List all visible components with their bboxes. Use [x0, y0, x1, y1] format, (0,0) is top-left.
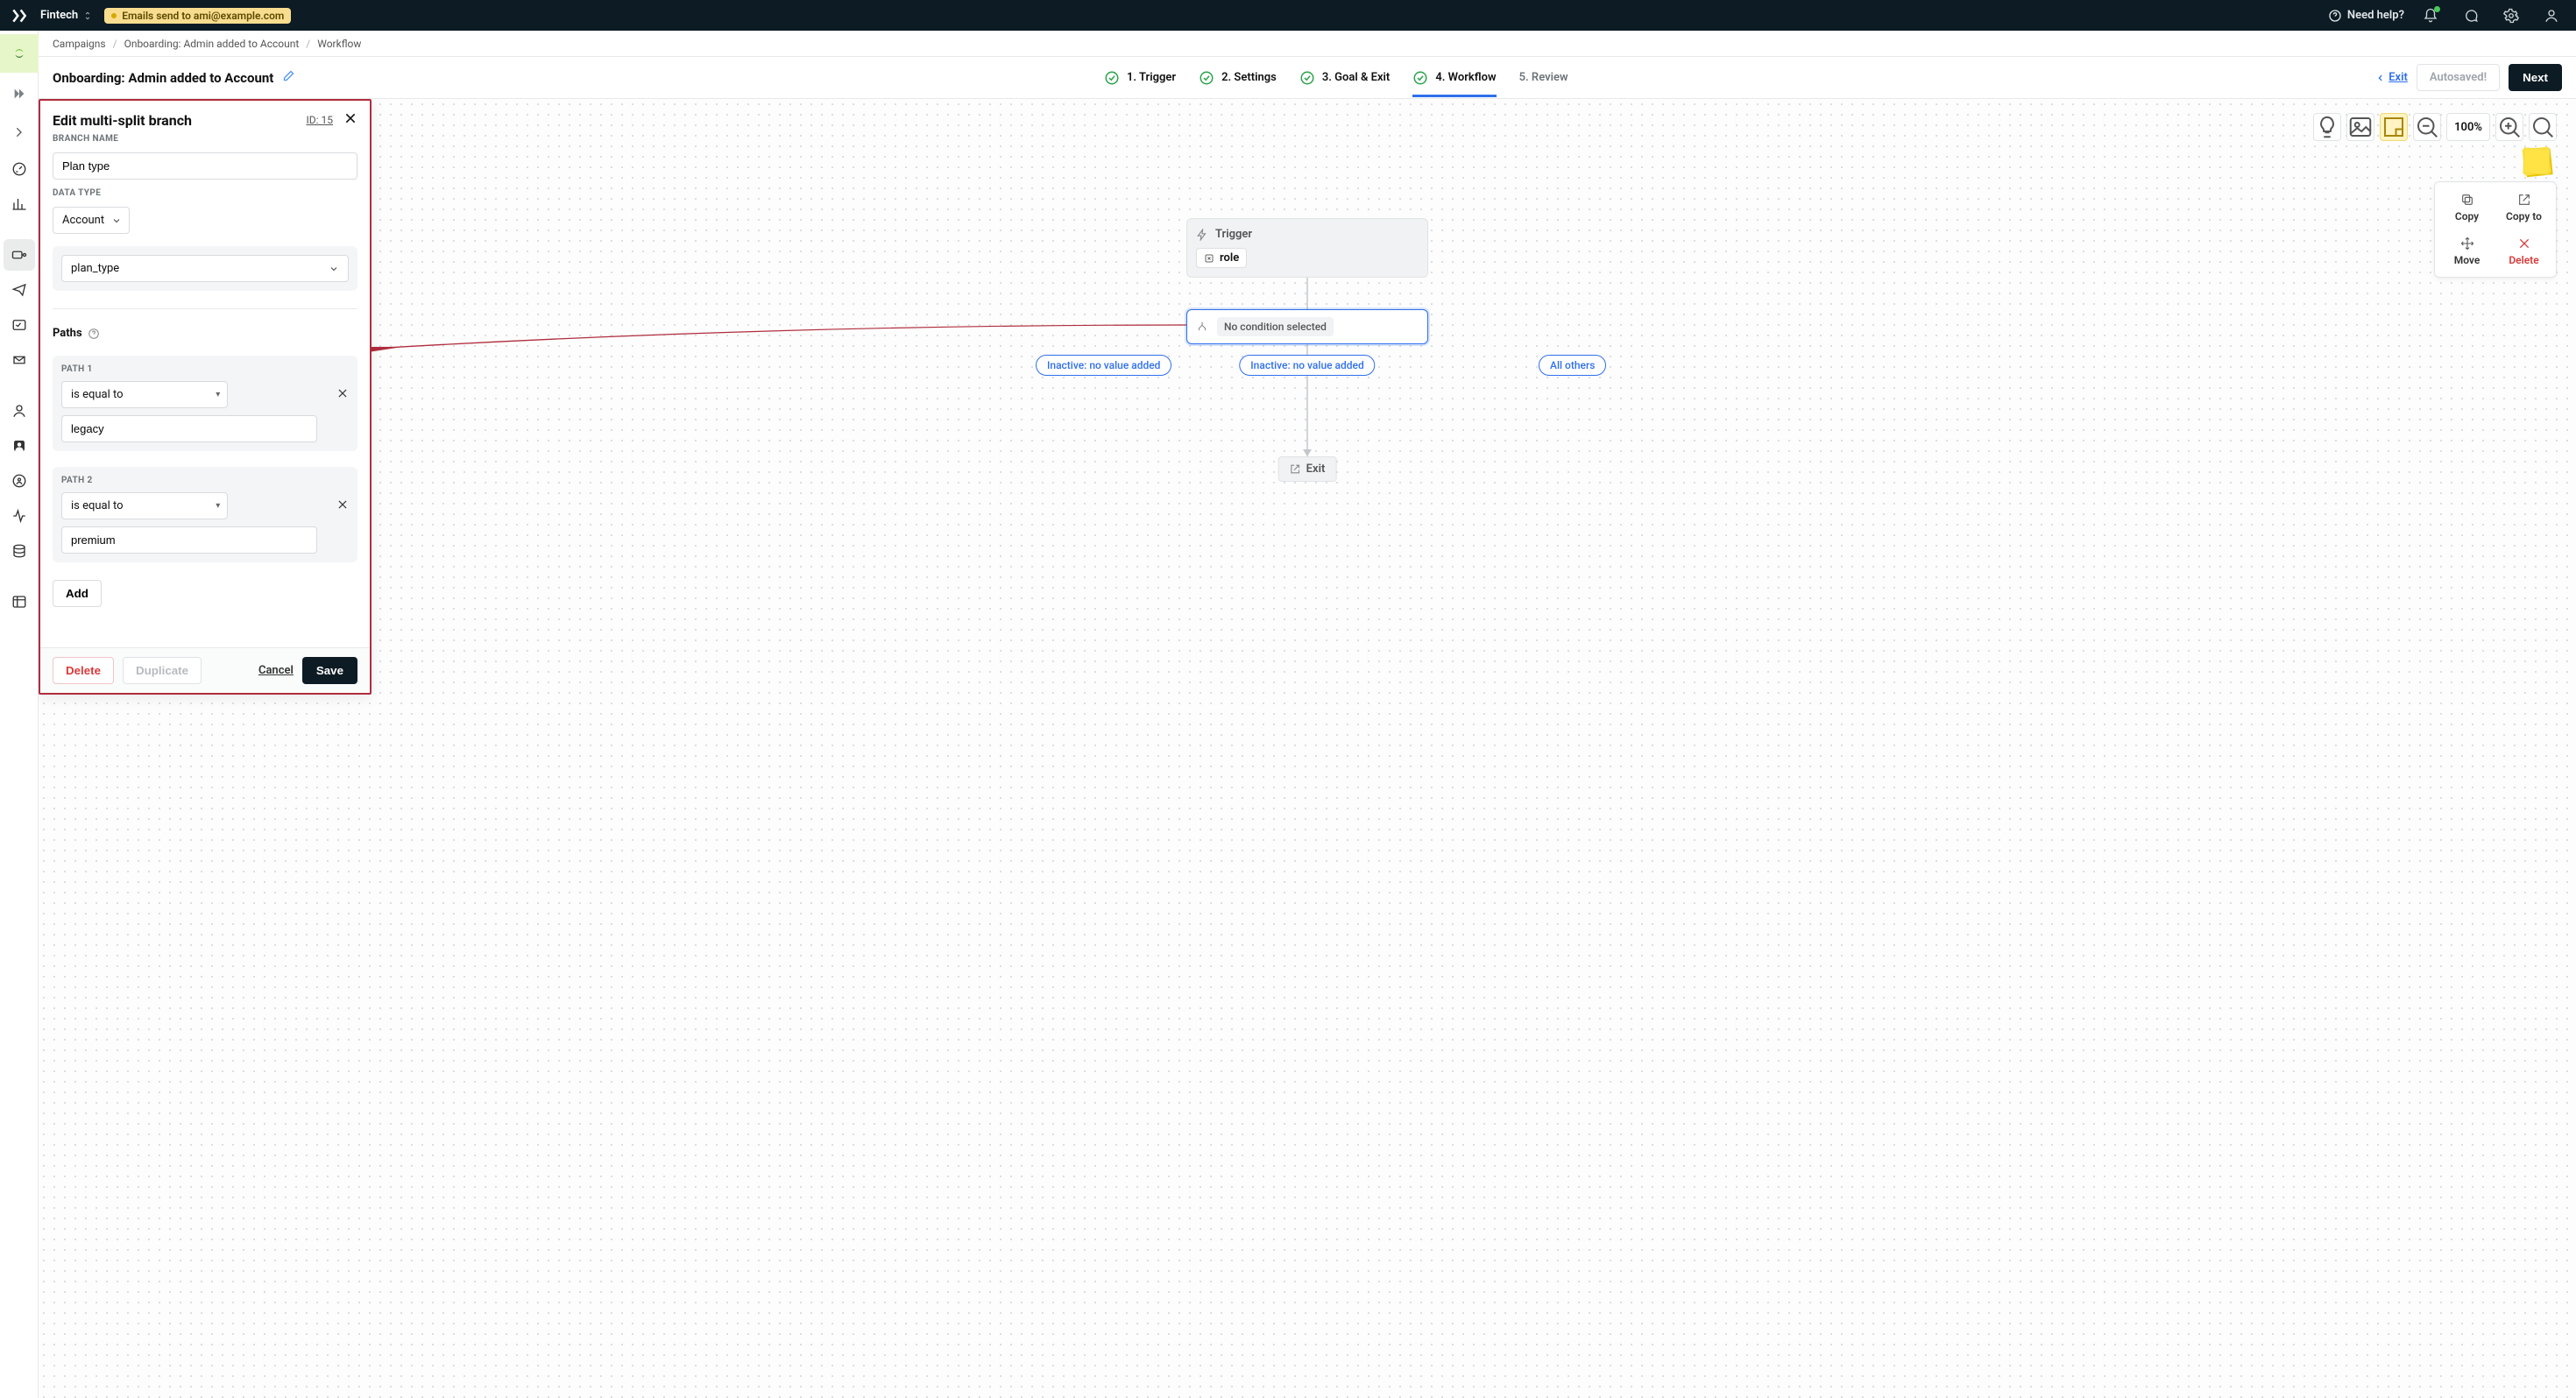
rail-collapse-icon[interactable] [0, 115, 39, 150]
path2-value-input[interactable] [61, 526, 317, 554]
path-pill-others[interactable]: All others [1539, 355, 1606, 376]
path2-remove-icon[interactable] [336, 498, 349, 514]
data-type-select[interactable]: Account [53, 207, 130, 234]
save-button[interactable]: Save [302, 657, 357, 684]
workspace-switcher[interactable]: Fintech [40, 9, 92, 22]
app-logo-icon[interactable] [11, 7, 28, 25]
next-button[interactable]: Next [2509, 64, 2562, 91]
step-review[interactable]: 5. Review [1519, 59, 1568, 97]
condition-node[interactable]: No condition selected [1186, 309, 1428, 344]
duplicate-button[interactable]: Duplicate [123, 657, 202, 684]
rename-icon[interactable] [282, 69, 295, 86]
path1-remove-icon[interactable] [336, 387, 349, 403]
step-settings[interactable]: 2. Settings [1199, 59, 1277, 97]
nav-broadcasts[interactable] [4, 274, 35, 306]
condition-pill: No condition selected [1217, 317, 1334, 336]
context-copy[interactable]: Copy [2440, 187, 2494, 228]
flow-connectors [39, 99, 2576, 1398]
context-delete[interactable]: Delete [2497, 231, 2551, 272]
step-goal[interactable]: 3. Goal & Exit [1299, 59, 1391, 97]
help-label: Need help? [2347, 9, 2404, 22]
branch-name-input[interactable] [53, 152, 357, 180]
nav-dashboard[interactable] [4, 153, 35, 185]
path-pill-2[interactable]: Inactive: no value added [1239, 355, 1375, 376]
nav-accounts[interactable] [4, 430, 35, 462]
attribute-select[interactable]: plan_type [61, 255, 349, 282]
product-icon[interactable] [0, 76, 39, 111]
path-2: PATH 2 is equal to [53, 467, 357, 562]
workflow-canvas[interactable]: Trigger role No condition selected Inact… [39, 99, 2576, 1398]
note-tool-icon[interactable] [2380, 113, 2408, 141]
zoom-in-icon[interactable] [2495, 113, 2523, 141]
step-nav: 1. Trigger 2. Settings 3. Goal & Exit 4.… [311, 59, 2360, 97]
nav-transactional[interactable] [4, 309, 35, 341]
messages-icon[interactable] [2457, 2, 2485, 30]
nav-segments[interactable] [4, 465, 35, 497]
nav-analytics[interactable] [4, 188, 35, 220]
breadcrumb-campaign[interactable]: Onboarding: Admin added to Account [124, 38, 300, 50]
nav-activity[interactable] [4, 500, 35, 532]
notifications-icon[interactable] [2417, 2, 2445, 30]
annotation-arrow [370, 316, 1186, 351]
search-icon[interactable] [2529, 113, 2557, 141]
nav-content[interactable] [4, 586, 35, 618]
profile-icon[interactable] [2537, 2, 2565, 30]
cancel-link[interactable]: Cancel [258, 664, 294, 677]
panel-id-link[interactable]: ID: 15 [306, 114, 333, 126]
exit-node[interactable]: Exit [1278, 456, 1337, 482]
zoom-out-icon[interactable] [2413, 113, 2441, 141]
step-trigger[interactable]: 1. Trigger [1104, 59, 1176, 97]
delete-button[interactable]: Delete [53, 657, 114, 684]
builder-header: Onboarding: Admin added to Account 1. Tr… [39, 57, 2576, 99]
breadcrumb-campaigns[interactable]: Campaigns [53, 38, 106, 50]
workspace-avatar[interactable] [0, 34, 39, 73]
workspace-name: Fintech [40, 9, 78, 22]
edit-branch-panel: Edit multi-split branch ID: 15 BRANCH NA… [39, 99, 372, 695]
sticky-note-icon[interactable] [2523, 147, 2551, 176]
canvas-toolbar: 100% [2313, 113, 2557, 141]
page-title: Onboarding: Admin added to Account [53, 69, 295, 86]
path1-value-input[interactable] [61, 415, 317, 442]
breadcrumb: Campaigns / Onboarding: Admin added to A… [39, 31, 2576, 57]
autosave-status: Autosaved! [2417, 64, 2500, 91]
add-path-button[interactable]: Add [53, 580, 102, 607]
image-tool-icon[interactable] [2346, 113, 2374, 141]
exit-link[interactable]: Exit [2376, 71, 2408, 84]
branch-name-label: BRANCH NAME [53, 134, 357, 144]
paths-heading: Paths [53, 327, 357, 340]
help-button[interactable]: Need help? [2328, 9, 2404, 23]
nav-data[interactable] [4, 535, 35, 567]
data-type-label: DATA TYPE [53, 188, 357, 198]
path1-operator-select[interactable]: is equal to [61, 381, 228, 408]
context-move[interactable]: Move [2440, 231, 2494, 272]
context-copy-to[interactable]: Copy to [2497, 187, 2551, 228]
nav-campaigns[interactable] [4, 239, 35, 271]
zoom-level[interactable]: 100% [2446, 113, 2490, 141]
hint-icon[interactable] [2313, 113, 2341, 141]
step-workflow[interactable]: 4. Workflow [1412, 59, 1496, 97]
nav-rail [0, 31, 39, 1398]
node-context-menu: Copy Copy to Move Delete [2434, 181, 2557, 278]
panel-title: Edit multi-split branch [53, 112, 192, 129]
topbar: Fintech Emails send to ami@example.com N… [0, 0, 2576, 31]
trigger-attribute-tag[interactable]: role [1196, 248, 1247, 268]
env-chip[interactable]: Emails send to ami@example.com [104, 8, 291, 24]
nav-deliveries[interactable] [4, 344, 35, 376]
path-pill-1[interactable]: Inactive: no value added [1036, 355, 1171, 376]
path2-operator-select[interactable]: is equal to [61, 492, 228, 519]
nav-people[interactable] [4, 395, 35, 427]
close-icon[interactable] [343, 111, 357, 129]
path-1: PATH 1 is equal to [53, 356, 357, 451]
trigger-label: Trigger [1215, 228, 1252, 241]
settings-icon[interactable] [2497, 2, 2525, 30]
trigger-node[interactable]: Trigger role [1186, 218, 1428, 278]
breadcrumb-current: Workflow [317, 38, 361, 50]
